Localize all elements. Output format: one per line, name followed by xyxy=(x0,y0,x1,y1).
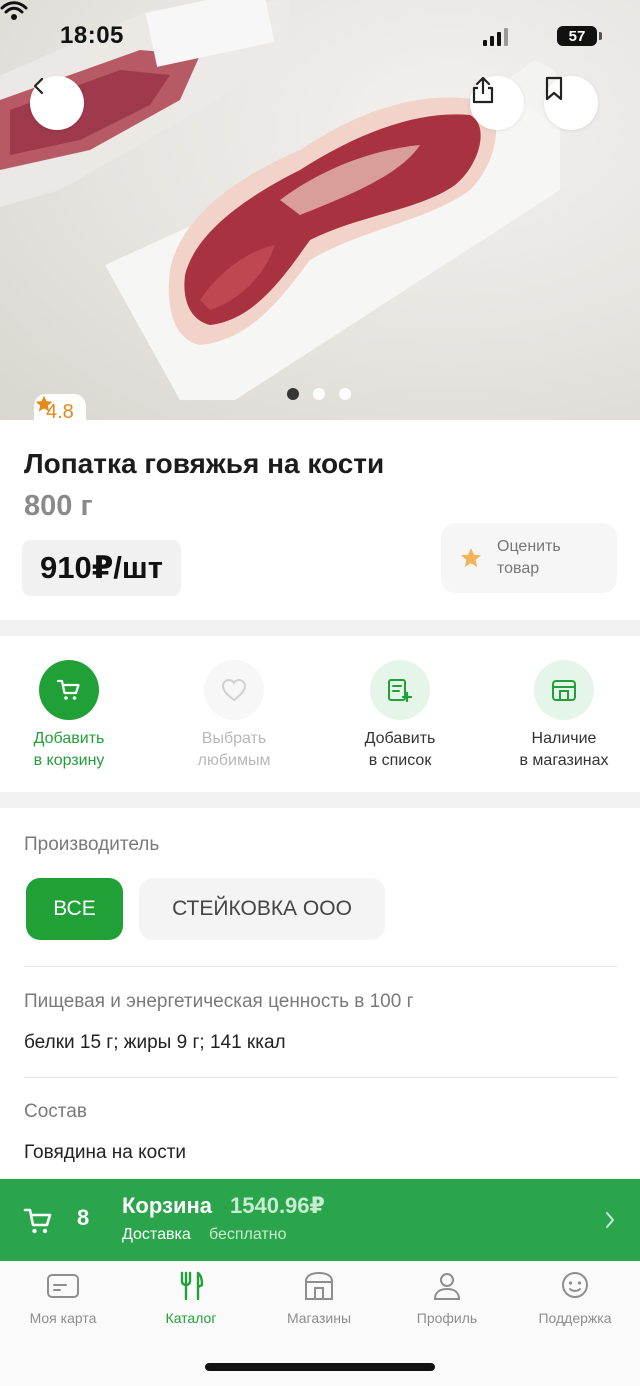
rate-label-line1: Оценить xyxy=(497,538,561,555)
shop-icon xyxy=(305,1271,333,1300)
action-label: Выбрать xyxy=(201,730,267,747)
action-label: в корзину xyxy=(33,752,105,769)
cart-count: 8 xyxy=(77,1205,90,1230)
list-add-icon xyxy=(370,660,430,720)
cart-icon xyxy=(23,1208,52,1234)
rating-badge: 4.8 xyxy=(34,394,86,420)
rate-product-button[interactable]: Оценить товар xyxy=(441,523,617,593)
product-price: 910₽/шт xyxy=(22,540,181,596)
add-to-cart-button[interactable]: Добавить в корзину xyxy=(0,660,144,772)
nutrition-value: белки 15 г; жиры 9 г; 141 ккал xyxy=(24,1032,286,1053)
share-icon xyxy=(472,76,494,104)
action-label: Наличие xyxy=(531,730,597,747)
manufacturer-chip[interactable]: СТЕЙКОВКА ООО xyxy=(139,878,385,940)
bookmark-icon xyxy=(545,76,563,101)
support-icon xyxy=(562,1272,588,1298)
star-icon xyxy=(461,548,481,567)
action-label: Добавить xyxy=(33,730,105,747)
tab-label: Поддержка xyxy=(538,1310,612,1326)
action-label: в список xyxy=(368,752,432,769)
composition-label: Состав xyxy=(24,1101,87,1122)
pagination-dot[interactable] xyxy=(313,388,325,400)
chevron-left-icon xyxy=(33,77,44,95)
star-icon xyxy=(35,395,53,412)
card-icon xyxy=(47,1274,79,1298)
action-label: любимым xyxy=(197,752,271,769)
action-label: Добавить xyxy=(364,730,436,747)
cart-icon xyxy=(39,660,99,720)
chevron-right-icon xyxy=(606,1212,614,1228)
composition-value: Говядина на кости xyxy=(24,1142,187,1163)
rate-label-line2: товар xyxy=(497,560,540,577)
product-weight: 800 г xyxy=(24,490,93,522)
nutrition-label: Пищевая и энергетическая ценность в 100 … xyxy=(24,991,414,1012)
tab-stores[interactable]: Магазины xyxy=(255,1271,383,1326)
tab-support[interactable]: Поддержка xyxy=(511,1271,639,1326)
tab-my-card[interactable]: Моя карта xyxy=(0,1271,127,1326)
section-divider xyxy=(0,620,640,636)
manufacturer-label: Производитель xyxy=(24,834,160,855)
wifi-icon xyxy=(0,1,28,20)
tab-catalog[interactable]: Каталог xyxy=(127,1271,255,1326)
tab-label: Каталог xyxy=(165,1310,217,1326)
profile-icon xyxy=(433,1273,461,1300)
favorite-button[interactable]: Выбрать любимым xyxy=(159,660,309,772)
back-button[interactable] xyxy=(30,76,84,130)
home-indicator xyxy=(205,1363,435,1371)
status-bar: 18:05 57 xyxy=(0,0,640,72)
tab-label: Профиль xyxy=(416,1310,478,1326)
tab-label: Магазины xyxy=(286,1310,352,1326)
tab-label: Моя карта xyxy=(29,1310,97,1326)
bookmark-button[interactable] xyxy=(544,76,598,130)
delivery-value: бесплатно xyxy=(209,1226,287,1243)
section-divider xyxy=(0,792,640,808)
cart-total: 1540.96₽ xyxy=(230,1193,325,1218)
signal-icon xyxy=(483,28,508,46)
action-label: в магазинах xyxy=(519,752,609,769)
fork-knife-icon xyxy=(180,1271,204,1301)
pagination-dot-active[interactable] xyxy=(287,388,299,400)
cart-bar[interactable]: 8 Корзина 1540.96₽ Доставка бесплатно xyxy=(0,1179,640,1261)
heart-icon xyxy=(204,660,264,720)
delivery-label: Доставка xyxy=(122,1226,191,1243)
manufacturer-chip-all[interactable]: ВСЕ xyxy=(26,878,123,940)
share-button[interactable] xyxy=(470,76,524,130)
product-title: Лопатка говяжья на кости xyxy=(24,448,385,479)
store-availability-button[interactable]: Наличие в магазинах xyxy=(489,660,639,772)
tab-profile[interactable]: Профиль xyxy=(383,1271,511,1326)
pagination-dot[interactable] xyxy=(339,388,351,400)
divider xyxy=(24,1077,618,1078)
battery-icon: 57 xyxy=(557,26,602,46)
status-time: 18:05 xyxy=(60,22,124,49)
store-icon xyxy=(534,660,594,720)
product-image[interactable]: 18:05 57 4.8 xyxy=(0,0,640,420)
divider xyxy=(24,966,618,967)
image-pagination[interactable] xyxy=(287,388,351,400)
cart-title: Корзина xyxy=(122,1193,212,1218)
add-to-list-button[interactable]: Добавить в список xyxy=(325,660,475,772)
